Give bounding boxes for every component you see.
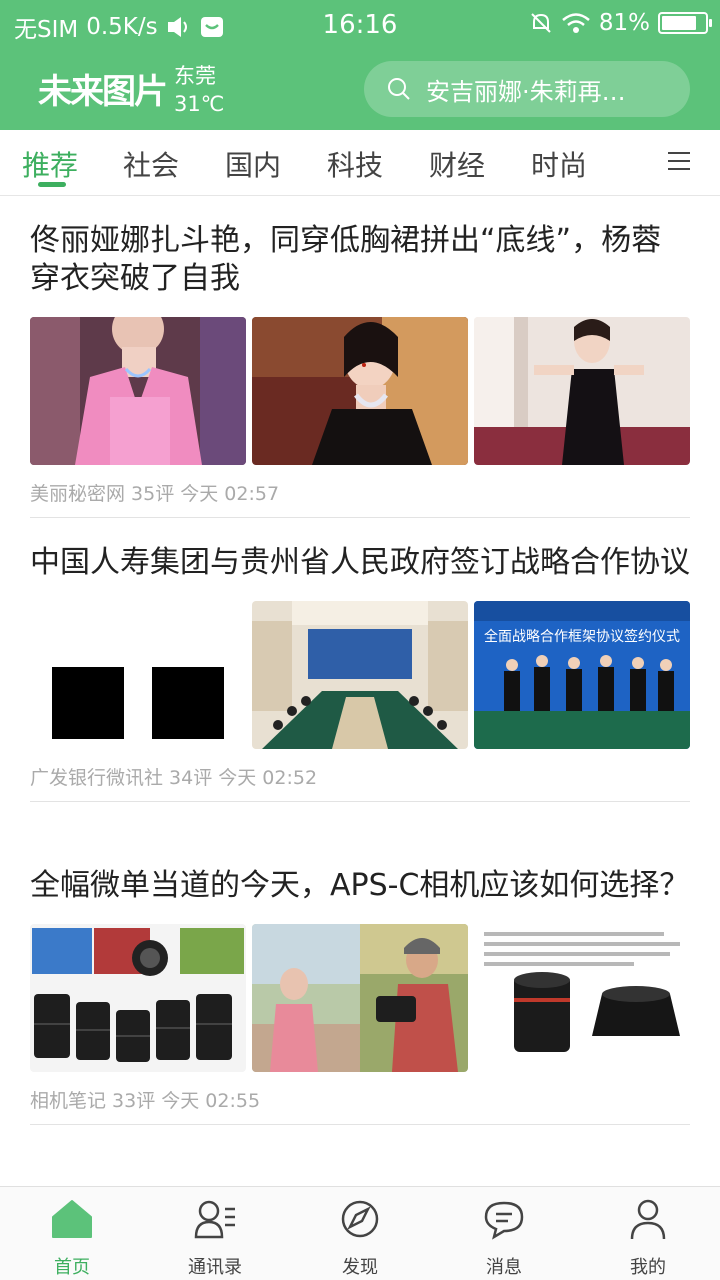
nav-messages[interactable]: 消息 bbox=[449, 1197, 559, 1279]
search-icon bbox=[388, 78, 410, 100]
active-tab-indicator bbox=[38, 182, 66, 187]
wifi-icon bbox=[562, 13, 590, 33]
article-title[interactable]: 中国人寿集团与贵州省人民政府签订战略合作协议 bbox=[30, 544, 690, 582]
tab-tech[interactable]: 科技 bbox=[327, 144, 383, 184]
tab-recommend[interactable]: 推荐 bbox=[22, 144, 78, 184]
battery-icon bbox=[658, 12, 712, 34]
mute-bell-icon bbox=[531, 13, 551, 33]
article-image[interactable] bbox=[30, 317, 246, 465]
nav-messages-label: 消息 bbox=[486, 1257, 522, 1278]
compass-icon bbox=[341, 1200, 379, 1238]
nav-home[interactable]: 首页 bbox=[17, 1197, 127, 1279]
tab-society[interactable]: 社会 bbox=[123, 144, 179, 184]
nav-contacts-label: 通讯录 bbox=[188, 1257, 242, 1278]
article-image[interactable] bbox=[474, 317, 690, 465]
article-title[interactable]: 佟丽娅娜扎斗艳，同穿低胸裙拼出“底线”，杨蓉穿衣突破了自我 bbox=[30, 222, 690, 298]
article-meta: 相机笔记 33评 今天 02:55 bbox=[30, 1090, 261, 1112]
bottom-nav: 首页 通讯录 发现 消息 我的 bbox=[0, 1186, 720, 1280]
home-icon bbox=[52, 1200, 92, 1238]
nav-home-label: 首页 bbox=[54, 1257, 90, 1278]
article-meta: 广发银行微讯社 34评 今天 02:52 bbox=[30, 767, 318, 789]
menu-icon[interactable] bbox=[668, 152, 690, 172]
weather-city: 东莞 bbox=[174, 64, 216, 88]
contacts-icon bbox=[194, 1200, 235, 1239]
article-image[interactable] bbox=[474, 924, 690, 1072]
signing-banner-text: 全面战略合作框架协议签约仪式 bbox=[484, 628, 680, 645]
article-image[interactable]: 全面战略合作框架协议签约仪式 bbox=[474, 601, 690, 749]
nav-discover[interactable]: 发现 bbox=[305, 1197, 415, 1279]
search-placeholder: 安吉丽娜·朱莉再… bbox=[426, 77, 626, 106]
weather-temp: 31℃ bbox=[174, 92, 225, 116]
article-card[interactable]: 佟丽娅娜扎斗艳，同穿低胸裙拼出“底线”，杨蓉穿衣突破了自我 美丽秘密网 35评 … bbox=[30, 196, 690, 518]
article-card[interactable]: 全幅微单当道的今天，APS-C相机应该如何选择？ 相机笔记 33评 今天 02:… bbox=[30, 841, 690, 1125]
app-logo: 未来图片 bbox=[38, 72, 168, 112]
tab-fashion[interactable]: 时尚 bbox=[531, 144, 587, 184]
status-bar: 无SIM 0.5K/s 16:16 81% bbox=[0, 0, 720, 50]
weather-widget[interactable]: 东莞 31℃ bbox=[174, 62, 224, 118]
article-card[interactable]: 中国人寿集团与贵州省人民政府签订战略合作协议 全面战略合作框架协议签约仪式 广发… bbox=[30, 518, 690, 802]
article-meta: 美丽秘密网 35评 今天 02:57 bbox=[30, 483, 280, 505]
search-bar[interactable]: 安吉丽娜·朱莉再… bbox=[364, 61, 690, 117]
chat-bubble-icon bbox=[484, 1201, 524, 1240]
article-image[interactable] bbox=[30, 601, 246, 749]
nav-profile[interactable]: 我的 bbox=[593, 1197, 703, 1279]
nav-profile-label: 我的 bbox=[630, 1257, 666, 1278]
article-image[interactable] bbox=[252, 601, 468, 749]
category-tabs: 推荐 社会 国内 科技 财经 时尚 bbox=[0, 130, 720, 196]
tab-finance[interactable]: 财经 bbox=[429, 144, 485, 184]
app-header: 未来图片 东莞 31℃ 安吉丽娜·朱莉再… bbox=[0, 50, 720, 130]
nav-contacts[interactable]: 通讯录 bbox=[160, 1197, 270, 1279]
person-icon bbox=[630, 1199, 666, 1240]
article-image[interactable] bbox=[252, 317, 468, 465]
article-image[interactable] bbox=[30, 924, 246, 1072]
tab-domestic[interactable]: 国内 bbox=[225, 144, 281, 184]
nav-discover-label: 发现 bbox=[342, 1257, 378, 1278]
battery-percent: 81% bbox=[598, 10, 650, 36]
article-title[interactable]: 全幅微单当道的今天，APS-C相机应该如何选择？ bbox=[30, 867, 690, 905]
article-image[interactable] bbox=[252, 924, 468, 1072]
